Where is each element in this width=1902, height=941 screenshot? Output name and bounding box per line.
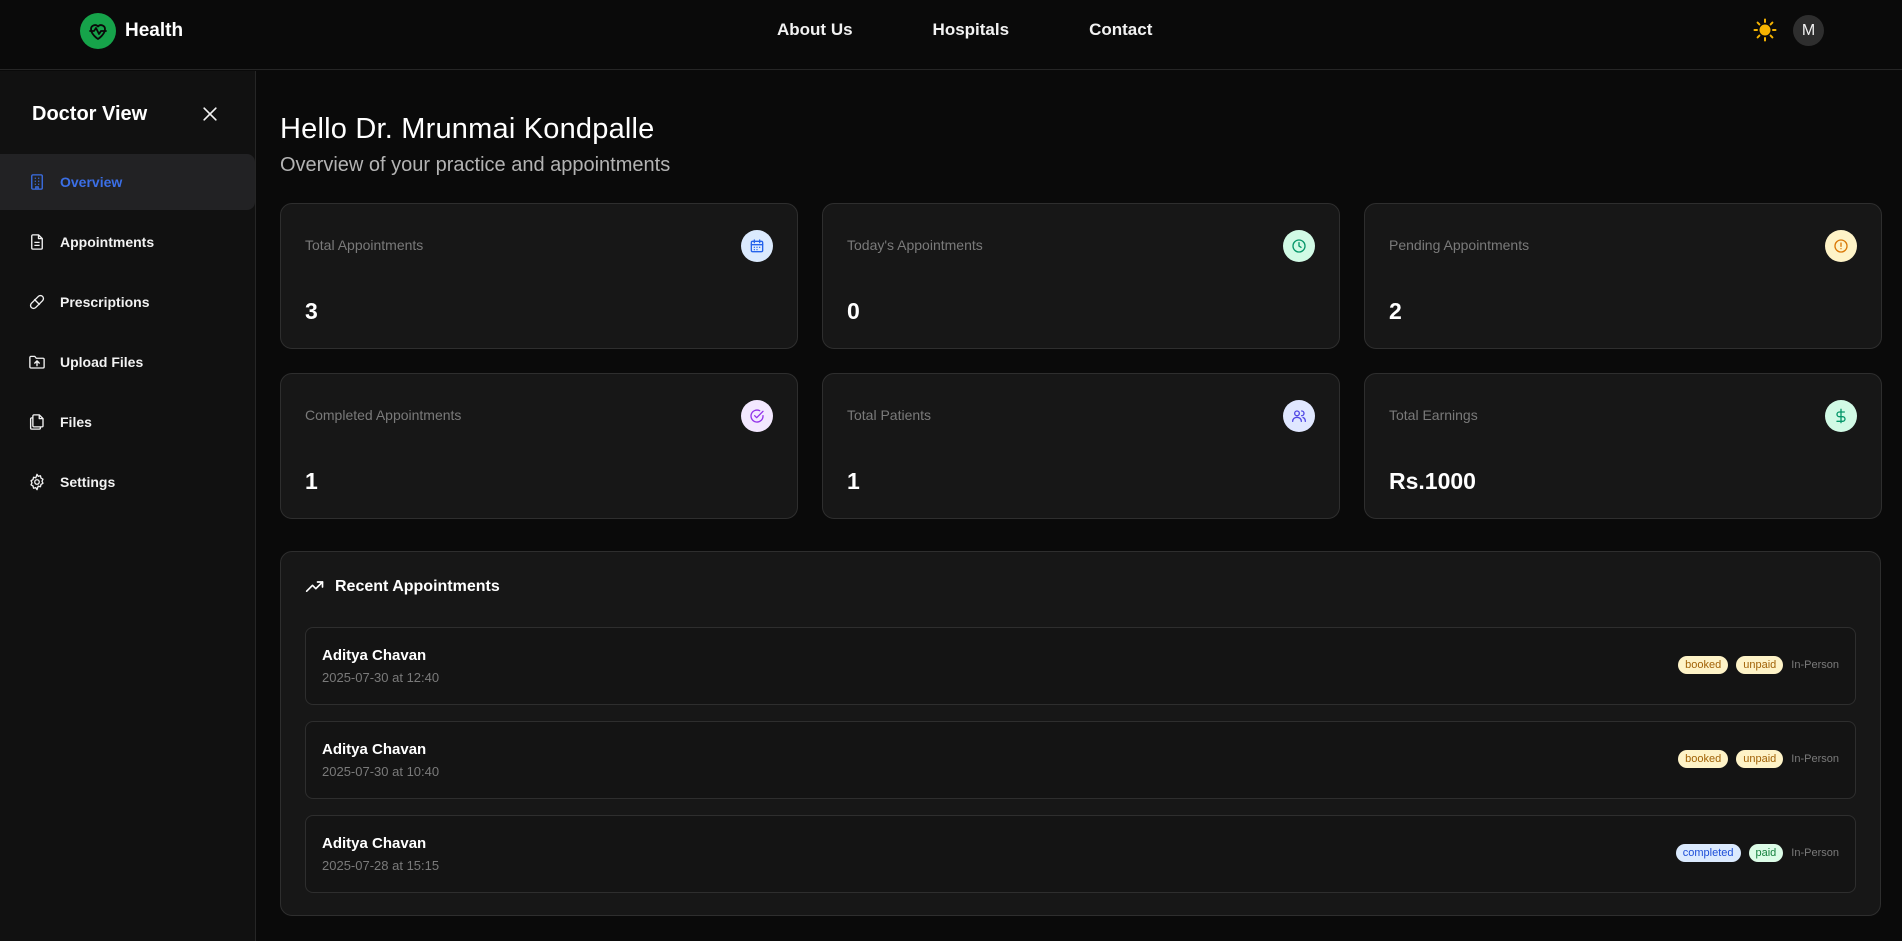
stat-label: Completed Appointments [305, 407, 462, 423]
appointment-tags: booked unpaid In-Person [1678, 656, 1839, 674]
stats-grid: Total Appointments 3 Today's Appointment… [280, 203, 1882, 519]
stat-card-total-patients: Total Patients 1 [822, 373, 1340, 519]
folder-upload-icon [29, 355, 45, 369]
sidebar-item-prescriptions[interactable]: Prescriptions [0, 274, 256, 330]
sidebar-item-label: Appointments [60, 234, 155, 250]
appointment-mode: In-Person [1791, 847, 1839, 859]
trending-up-icon [305, 581, 324, 592]
patient-name: Aditya Chavan [322, 741, 427, 758]
stat-label: Today's Appointments [847, 237, 983, 253]
sidebar-item-overview[interactable]: Overview [0, 154, 255, 210]
brand-link[interactable]: Health [80, 13, 183, 49]
document-icon [31, 234, 43, 250]
payment-badge: unpaid [1736, 656, 1784, 674]
gear-icon [30, 473, 44, 491]
appointment-mode: In-Person [1791, 753, 1839, 765]
appointment-time: 2025-07-30 at 12:40 [322, 670, 440, 685]
main-content: Hello Dr. Mrunmai Kondpalle Overview of … [257, 71, 1902, 941]
stat-value: 0 [847, 298, 860, 324]
recent-appointments-header: Recent Appointments [305, 577, 500, 597]
status-badge: booked [1678, 656, 1729, 674]
close-icon [203, 107, 217, 121]
list-item[interactable]: Aditya Chavan 2025-07-28 at 15:15 comple… [305, 815, 1856, 893]
stat-card-completed-appointments: Completed Appointments 1 [280, 373, 798, 519]
brand-name: Health [125, 20, 184, 41]
stat-value: 1 [847, 468, 860, 494]
top-nav: About Us Hospitals Contact [777, 20, 1152, 40]
alert-circle-icon [1825, 230, 1857, 262]
close-sidebar-button[interactable] [198, 102, 222, 126]
appointment-time: 2025-07-28 at 15:15 [322, 858, 440, 873]
sidebar-item-settings[interactable]: Settings [0, 454, 256, 510]
sidebar-item-label: Overview [60, 174, 123, 190]
dollar-icon [1825, 400, 1857, 432]
theme-toggle-button[interactable] [1751, 16, 1779, 44]
stat-value: 2 [1389, 298, 1402, 324]
section-title: Recent Appointments [335, 578, 500, 595]
status-badge: booked [1678, 750, 1729, 768]
sidebar-item-files[interactable]: Files [0, 394, 256, 450]
files-icon [29, 414, 44, 430]
page-subtitle: Overview of your practice and appointmen… [280, 154, 671, 176]
appointment-mode: In-Person [1791, 659, 1839, 671]
stat-card-todays-appointments: Today's Appointments 0 [822, 203, 1340, 349]
sidebar-item-label: Upload Files [60, 354, 144, 370]
payment-badge: unpaid [1736, 750, 1784, 768]
stat-label: Total Appointments [305, 237, 424, 253]
sidebar-title: Doctor View [32, 102, 148, 125]
appointment-tags: completed paid In-Person [1675, 844, 1839, 862]
appointment-list: Aditya Chavan 2025-07-30 at 12:40 booked… [305, 627, 1856, 909]
page-title: Hello Dr. Mrunmai Kondpalle [280, 113, 655, 145]
sidebar-item-upload-files[interactable]: Upload Files [0, 334, 256, 390]
appointment-time: 2025-07-30 at 10:40 [322, 764, 440, 779]
nav-link-about-us[interactable]: About Us [777, 20, 853, 40]
avatar[interactable]: M [1793, 15, 1824, 46]
building-icon [31, 174, 43, 190]
payment-badge: paid [1748, 844, 1784, 862]
sidebar-item-label: Prescriptions [60, 294, 150, 310]
stat-card-total-appointments: Total Appointments 3 [280, 203, 798, 349]
users-icon [1283, 400, 1315, 432]
sidebar-item-appointments[interactable]: Appointments [0, 214, 256, 270]
stat-label: Total Earnings [1389, 407, 1478, 423]
check-circle-icon [741, 400, 773, 432]
stat-value: 1 [305, 468, 318, 494]
stat-card-total-earnings: Total Earnings Rs.1000 [1364, 373, 1882, 519]
heart-pulse-icon [80, 13, 116, 49]
sidebar: Doctor View Overview Appointments Prescr… [0, 71, 256, 941]
status-badge: completed [1675, 844, 1741, 862]
clock-icon [1283, 230, 1315, 262]
nav-link-contact[interactable]: Contact [1089, 20, 1152, 40]
calendar-icon [741, 230, 773, 262]
stat-label: Total Patients [847, 407, 932, 423]
nav-link-hospitals[interactable]: Hospitals [933, 20, 1010, 40]
patient-name: Aditya Chavan [322, 647, 427, 664]
sun-icon [1753, 18, 1777, 42]
sidebar-item-label: Settings [60, 474, 116, 490]
stat-value: Rs.1000 [1389, 468, 1476, 494]
sidebar-header: Doctor View [32, 102, 222, 126]
stat-card-pending-appointments: Pending Appointments 2 [1364, 203, 1882, 349]
list-item[interactable]: Aditya Chavan 2025-07-30 at 10:40 booked… [305, 721, 1856, 799]
stat-label: Pending Appointments [1389, 237, 1530, 253]
pill-icon [29, 294, 45, 310]
sidebar-nav: Overview Appointments Prescriptions Uplo… [0, 154, 256, 514]
list-item[interactable]: Aditya Chavan 2025-07-30 at 12:40 booked… [305, 627, 1856, 705]
top-navbar: Health About Us Hospitals Contact M [0, 0, 1902, 70]
stat-value: 3 [305, 298, 318, 324]
appointment-tags: booked unpaid In-Person [1678, 750, 1839, 768]
recent-appointments-panel: Recent Appointments Aditya Chavan 2025-0… [280, 551, 1881, 916]
patient-name: Aditya Chavan [322, 835, 427, 852]
sidebar-item-label: Files [60, 414, 92, 430]
